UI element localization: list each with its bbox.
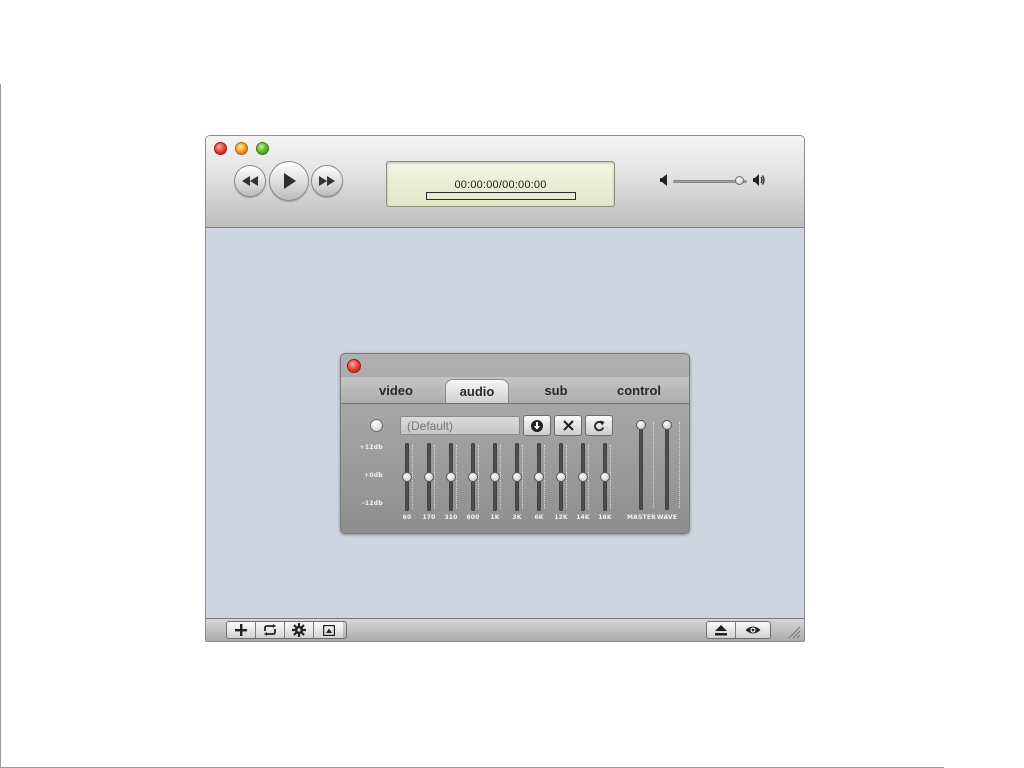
eq-slider-knob[interactable] bbox=[600, 472, 610, 482]
delete-preset-button[interactable] bbox=[554, 415, 582, 436]
eject-button[interactable] bbox=[707, 622, 736, 638]
settings-button[interactable] bbox=[285, 622, 314, 638]
eq-slider-guide bbox=[566, 445, 567, 509]
display-icon bbox=[322, 624, 335, 636]
master-slider-track[interactable] bbox=[639, 420, 643, 510]
bottom-left-buttons bbox=[226, 621, 347, 639]
desktop-left-edge bbox=[0, 84, 1, 768]
eq-slider-guide bbox=[456, 445, 457, 509]
rewind-button[interactable] bbox=[234, 165, 266, 197]
time-readout: 00:00:00/00:00:00 bbox=[454, 179, 547, 191]
close-icon bbox=[562, 420, 574, 431]
master-label: MASTER bbox=[627, 514, 656, 521]
download-icon bbox=[531, 419, 543, 432]
play-icon bbox=[284, 173, 296, 189]
bottom-right-buttons bbox=[706, 621, 771, 639]
eq-slider-guide bbox=[500, 445, 501, 509]
eq-slider-guide bbox=[588, 445, 589, 509]
equalizer-enable-toggle[interactable] bbox=[370, 419, 383, 432]
close-icon[interactable] bbox=[347, 359, 361, 373]
tab-control[interactable]: control bbox=[603, 379, 675, 403]
play-button[interactable] bbox=[269, 161, 309, 201]
eq-slider-knob[interactable] bbox=[578, 472, 588, 482]
eq-slider-knob[interactable] bbox=[468, 472, 478, 482]
eject-icon bbox=[715, 624, 727, 635]
tab-audio[interactable]: audio bbox=[445, 379, 509, 403]
minimize-icon[interactable] bbox=[235, 142, 248, 155]
eq-slider-knob[interactable] bbox=[446, 472, 456, 482]
display-button[interactable] bbox=[314, 622, 343, 638]
volume-knob[interactable] bbox=[734, 176, 744, 185]
visibility-button[interactable] bbox=[736, 622, 770, 638]
repeat-icon bbox=[264, 624, 276, 636]
eq-slider-knob[interactable] bbox=[424, 472, 434, 482]
eq-slider-knob[interactable] bbox=[556, 472, 566, 482]
repeat-button[interactable] bbox=[256, 622, 285, 638]
preset-field[interactable] bbox=[400, 416, 520, 435]
eq-slider-guide bbox=[522, 445, 523, 509]
tab-video[interactable]: video bbox=[361, 379, 431, 403]
eq-slider-guide bbox=[412, 445, 413, 509]
zoom-icon[interactable] bbox=[256, 142, 269, 155]
speaker-high-icon bbox=[753, 174, 765, 186]
wave-slider-guide bbox=[679, 422, 680, 508]
refresh-icon bbox=[594, 420, 605, 431]
wave-slider-track[interactable] bbox=[665, 420, 669, 510]
add-button[interactable] bbox=[227, 622, 256, 638]
rewind-icon bbox=[242, 176, 258, 186]
fast-forward-button[interactable] bbox=[311, 165, 343, 197]
eq-slider-guide bbox=[544, 445, 545, 509]
fast-forward-icon bbox=[319, 176, 335, 186]
eq-slider-knob[interactable] bbox=[490, 472, 500, 482]
panel-tabs: video audio sub control bbox=[341, 377, 689, 404]
player-toolbar: 00:00:00/00:00:00 bbox=[206, 136, 804, 228]
eq-band-label: 16K bbox=[598, 514, 612, 521]
speaker-low-icon bbox=[660, 174, 667, 186]
eq-slider-guide bbox=[478, 445, 479, 509]
eq-slider-knob[interactable] bbox=[534, 472, 544, 482]
db-label-plus12: +12db bbox=[359, 444, 383, 451]
close-icon[interactable] bbox=[214, 142, 227, 155]
wave-slider-knob[interactable] bbox=[662, 420, 672, 430]
eq-slider-guide bbox=[610, 445, 611, 509]
wave-label: WAVE bbox=[656, 514, 678, 521]
eye-icon bbox=[745, 626, 761, 634]
save-preset-button[interactable] bbox=[523, 415, 551, 436]
resize-grip-icon[interactable] bbox=[787, 625, 801, 639]
reset-preset-button[interactable] bbox=[585, 415, 613, 436]
gear-icon bbox=[292, 623, 306, 637]
eq-slider-guide bbox=[434, 445, 435, 509]
db-label-zero: +0db bbox=[364, 472, 383, 479]
equalizer-panel: video audio sub control +12db +0db -12db… bbox=[340, 353, 690, 534]
player-bottom-bar bbox=[206, 618, 804, 641]
master-slider-knob[interactable] bbox=[636, 420, 646, 430]
master-slider-guide bbox=[653, 422, 654, 508]
add-icon bbox=[235, 624, 247, 636]
progress-bar[interactable] bbox=[426, 192, 576, 200]
eq-slider-knob[interactable] bbox=[402, 472, 412, 482]
time-display: 00:00:00/00:00:00 bbox=[386, 161, 615, 207]
tab-sub[interactable]: sub bbox=[523, 379, 589, 403]
db-label-minus12: -12db bbox=[362, 500, 383, 507]
eq-slider-knob[interactable] bbox=[512, 472, 522, 482]
